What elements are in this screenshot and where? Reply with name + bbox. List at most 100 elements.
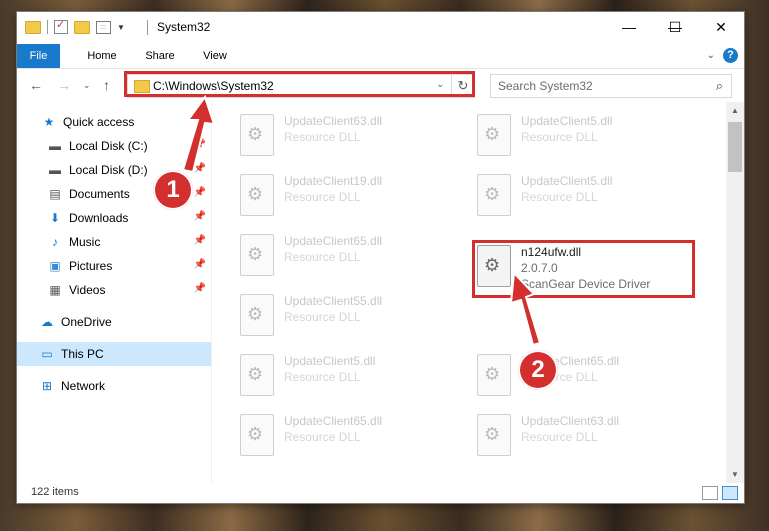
ribbon-tabs: File Home Share View ⌄ ? (17, 44, 744, 69)
close-button[interactable]: ✕ (698, 12, 744, 42)
sidebar-item-label: Music (69, 235, 101, 249)
tab-share[interactable]: Share (135, 44, 185, 68)
file-highlight-box (472, 240, 695, 298)
sidebar-item-quick-access[interactable]: ★ Quick access (41, 110, 235, 134)
divider (47, 20, 48, 34)
file-description: Resource DLL (284, 430, 361, 444)
gear-file-icon (477, 174, 511, 216)
pin-icon[interactable]: 📌 (194, 139, 206, 150)
sidebar-item-label: OneDrive (61, 315, 112, 329)
gear-file-icon (240, 234, 274, 276)
properties-check-icon[interactable] (54, 18, 68, 34)
file-item[interactable]: UpdateClient55.dll Resource DLL (240, 292, 460, 342)
sidebar-item-onedrive[interactable]: ☁ OneDrive (39, 310, 233, 334)
file-description: Resource DLL (284, 370, 361, 384)
sidebar-item-local-disk-c[interactable]: ▬ Local Disk (C:) 📌 (47, 134, 211, 158)
step-1-badge: 1 (153, 170, 193, 210)
minimize-button[interactable]: — (606, 12, 652, 42)
pin-icon[interactable]: 📌 (194, 283, 206, 294)
sidebar-item-label: Documents (69, 187, 130, 201)
sidebar-item-label: Network (61, 379, 106, 393)
tab-view[interactable]: View (193, 44, 237, 68)
sidebar-item-label: This PC (61, 347, 104, 361)
file-item[interactable]: UpdateClient65.dll Resource DLL (477, 352, 697, 402)
sidebar-item-downloads[interactable]: ⬇ Downloads 📌 (47, 206, 211, 230)
chevron-down-icon[interactable]: ▼ (117, 23, 125, 32)
file-item[interactable]: UpdateClient5.dll Resource DLL (477, 112, 697, 162)
vertical-scrollbar[interactable]: ▲ ▼ (726, 102, 744, 483)
recent-locations-icon[interactable]: ⌄ (83, 80, 91, 91)
gear-file-icon (240, 294, 274, 336)
folder-icon (25, 20, 41, 34)
gear-file-icon (240, 114, 274, 156)
sidebar-item-label: Local Disk (D:) (69, 163, 148, 177)
sidebar-item-music[interactable]: ♪ Music 📌 (47, 230, 211, 254)
computer-icon: ▭ (41, 347, 53, 361)
quick-access-toolbar: ▼ (25, 18, 125, 34)
divider (147, 20, 148, 35)
file-item[interactable]: UpdateClient63.dll Resource DLL (477, 412, 697, 462)
details-view-icon[interactable] (702, 486, 718, 500)
scroll-down-icon[interactable]: ▼ (726, 466, 744, 483)
back-arrow-icon[interactable]: ← (29, 77, 43, 93)
new-folder-icon[interactable] (74, 20, 90, 34)
file-item[interactable]: UpdateClient63.dll Resource DLL (240, 112, 460, 162)
file-name: UpdateClient19.dll (284, 174, 383, 188)
pin-icon[interactable]: 📌 (194, 259, 206, 270)
expand-ribbon-icon[interactable]: ⌄ (707, 50, 715, 61)
file-name: UpdateClient5.dll (284, 354, 376, 368)
scroll-up-icon[interactable]: ▲ (726, 102, 744, 119)
sidebar-item-label: Quick access (63, 115, 135, 129)
customize-icon[interactable] (96, 20, 111, 34)
file-name: UpdateClient5.dll (521, 174, 613, 188)
pin-icon[interactable]: 📌 (194, 211, 206, 222)
maximize-button[interactable]: ☐ (652, 12, 698, 42)
scroll-thumb[interactable] (728, 122, 742, 172)
drive-icon: ▬ (49, 163, 61, 177)
pictures-icon: ▣ (49, 259, 61, 273)
sidebar-item-network[interactable]: ⊞ Network (39, 374, 233, 398)
gear-file-icon (240, 174, 274, 216)
sidebar-item-videos[interactable]: ▦ Videos 📌 (47, 278, 211, 302)
close-icon: ✕ (715, 18, 727, 35)
pin-icon[interactable]: 📌 (194, 187, 206, 198)
pin-icon[interactable]: 📌 (194, 235, 206, 246)
file-item[interactable]: UpdateClient65.dll Resource DLL (240, 232, 460, 282)
tab-home[interactable]: Home (77, 44, 127, 68)
forward-arrow-icon[interactable]: → (57, 77, 71, 93)
file-description: Resource DLL (521, 190, 598, 204)
file-name: UpdateClient65.dll (284, 414, 383, 428)
file-item[interactable]: UpdateClient5.dll Resource DLL (477, 172, 697, 222)
search-input[interactable]: Search System32 ⌕ (490, 74, 732, 98)
downloads-icon: ⬇ (49, 211, 61, 225)
music-icon: ♪ (52, 235, 58, 249)
network-icon: ⊞ (41, 379, 53, 393)
sidebar-item-label: Pictures (69, 259, 113, 273)
gear-file-icon (477, 414, 511, 456)
file-name: UpdateClient63.dll (521, 414, 620, 428)
file-name: UpdateClient65.dll (284, 234, 383, 248)
navigation-bar: ← → ⌄ ↑ C:\Windows\System32 ⌄ ↻ Search S… (17, 69, 744, 101)
star-icon: ★ (43, 115, 55, 129)
navigation-pane: ★ Quick access ▬ Local Disk (C:) 📌 ▬ Loc… (17, 102, 212, 483)
search-icon[interactable]: ⌕ (716, 78, 723, 94)
sidebar-item-this-pc[interactable]: ▭ This PC (17, 342, 211, 366)
file-name: UpdateClient5.dll (521, 114, 613, 128)
help-icon[interactable]: ? (723, 48, 738, 63)
file-item[interactable]: UpdateClient65.dll Resource DLL (240, 412, 460, 462)
pin-icon[interactable]: 📌 (194, 163, 206, 174)
up-arrow-icon[interactable]: ↑ (103, 77, 110, 93)
videos-icon: ▦ (49, 283, 61, 297)
status-bar: 122 items (17, 483, 744, 503)
file-item[interactable]: UpdateClient19.dll Resource DLL (240, 172, 460, 222)
sidebar-item-pictures[interactable]: ▣ Pictures 📌 (47, 254, 211, 278)
file-name: UpdateClient63.dll (284, 114, 383, 128)
file-list: UpdateClient63.dll Resource DLL UpdateCl… (212, 102, 726, 483)
gear-file-icon (477, 114, 511, 156)
file-item[interactable]: UpdateClient5.dll Resource DLL (240, 352, 460, 402)
tiles-view-icon[interactable] (722, 486, 738, 500)
gear-file-icon (240, 354, 274, 396)
tab-file[interactable]: File (17, 44, 60, 68)
file-description: Resource DLL (521, 430, 598, 444)
minimize-icon: — (622, 19, 636, 35)
